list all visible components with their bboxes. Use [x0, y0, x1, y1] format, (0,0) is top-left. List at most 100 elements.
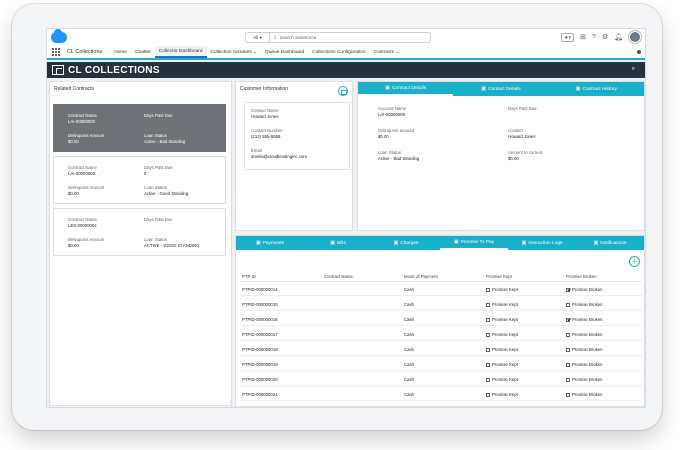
tab-promise-to-pay[interactable]: ▣ Promise To Pay: [440, 236, 508, 250]
ptp-id[interactable]: PTPID-000000018: [242, 347, 278, 352]
search-scope-select[interactable]: All ▾: [246, 33, 270, 42]
contact-name: Howard Jones: [251, 114, 279, 119]
document-icon: ▣: [385, 85, 390, 91]
ptp-id[interactable]: PTPID-000000016: [242, 317, 278, 322]
contract-card[interactable]: Contract Name LAI-00000003 Days Past Due…: [53, 156, 226, 204]
promise-kept-checkbox[interactable]: Promise Kept: [486, 332, 518, 337]
add-promise-button[interactable]: +: [629, 256, 640, 267]
history-icon: ▣: [575, 86, 581, 92]
column-promise-kept[interactable]: Promise Kept: [486, 274, 512, 279]
column-promise-broken[interactable]: Promise Broken: [566, 274, 597, 279]
promise-kept-checkbox[interactable]: Promise Kept: [486, 377, 518, 382]
column-mode-of-payment[interactable]: Mode of Payment: [404, 274, 438, 279]
app-launcher-icon[interactable]: [52, 48, 60, 56]
tab-interaction-logs[interactable]: ▣ Interaction Logs: [508, 236, 576, 250]
promise-broken-checkbox[interactable]: Promise Broken: [566, 287, 603, 292]
app-name: CL Collections: [67, 49, 103, 55]
gear-icon[interactable]: ⚙: [602, 33, 608, 41]
field-amount-to-current: Amount to current $0.00: [508, 150, 543, 161]
table-row[interactable]: PTPID-000000021 Cash Promise Kept Promise B…: [240, 387, 642, 401]
app-screen: All ▾ ⌕ Search Salesforce ★▾ ⊞ ? ⚙ 🔔︎ CL…: [46, 28, 646, 408]
ptp-id[interactable]: PTPID-000000017: [242, 332, 278, 337]
table-row[interactable]: PTPID-000000016 Cash Promise Kept Promise B…: [240, 312, 642, 326]
column-ptp-id[interactable]: PTP ID: [242, 274, 256, 279]
ptp-id[interactable]: PTPID-000000019: [242, 362, 278, 367]
global-search[interactable]: All ▾ ⌕ Search Salesforce: [245, 32, 431, 43]
customer-card: Contact Name Howard Jones Contact Number…: [244, 102, 350, 170]
add-icon[interactable]: ⊞: [580, 33, 586, 41]
help-icon[interactable]: ?: [592, 34, 596, 41]
customer-information-title: Customer Information: [240, 86, 289, 92]
nav-collection-activities[interactable]: Collection Activities ⌄: [207, 46, 261, 58]
field-contact: Contact Howard Jones: [508, 128, 536, 139]
ptp-id[interactable]: PTPID-000000014: [242, 287, 278, 292]
ptp-id[interactable]: PTPID-000000021: [242, 392, 278, 397]
promise-broken-checkbox[interactable]: Promise Broken: [566, 362, 603, 367]
bill-icon: ▣: [330, 240, 335, 246]
column-contract-name[interactable]: Contract Name: [324, 274, 353, 279]
search-icon[interactable]: ⌕: [632, 66, 635, 73]
nav-collector-dashboard[interactable]: Collector Dashboard: [154, 46, 207, 58]
tab-contact-details[interactable]: ▣ Contact Details: [453, 82, 548, 96]
promise-broken-checkbox[interactable]: Promise Broken: [566, 347, 603, 352]
promise-kept-checkbox[interactable]: Promise Kept: [486, 287, 518, 292]
ptp-id[interactable]: PTPID-000000015: [242, 302, 278, 307]
promise-broken-checkbox[interactable]: Promise Broken: [566, 332, 603, 337]
tablet-frame: All ▾ ⌕ Search Salesforce ★▾ ⊞ ? ⚙ 🔔︎ CL…: [12, 4, 662, 430]
payment-icon: ▣: [255, 240, 261, 246]
tab-bills[interactable]: ▣ Bills: [304, 236, 372, 250]
edit-nav-icon[interactable]: [637, 50, 641, 54]
promise-kept-checkbox[interactable]: Promise Kept: [486, 317, 518, 322]
favorites-icon[interactable]: ★▾: [561, 32, 575, 42]
chevron-down-icon: ⌄: [395, 49, 400, 55]
calendar-icon[interactable]: [338, 86, 348, 96]
search-input[interactable]: Search Salesforce: [280, 35, 317, 40]
related-contracts-panel: Related Contracts Contract Name LAI-0000…: [49, 81, 232, 406]
ptp-id[interactable]: PTPID-000000020: [242, 377, 278, 382]
nav-chatter[interactable]: Chatter: [131, 46, 155, 58]
contact-number: (212) 555-5559: [251, 134, 281, 139]
table-row[interactable]: PTPID-000000020 Cash Promise Kept Promise B…: [240, 372, 642, 386]
contact-email[interactable]: amelia@cloudlendinginc.com: [251, 154, 307, 159]
cl-collections-header: CL COLLECTIONS ⌕: [47, 62, 645, 78]
table-header: PTP ID Contract Name Mode of Payment Pro…: [240, 272, 642, 282]
table-row[interactable]: PTPID-000000019 Cash Promise Kept Promise B…: [240, 357, 642, 371]
tab-charges[interactable]: ▣ Charges: [372, 236, 440, 250]
field-account-name: Account Name LAI-00000000: [378, 106, 407, 117]
activity-tabs: ▣ Payments ▣ Bills ▣ Charges ▣ Promise To Pa…: [236, 236, 644, 250]
salesforce-logo[interactable]: [51, 29, 67, 43]
promise-broken-checkbox[interactable]: Promise Broken: [566, 377, 603, 382]
promise-kept-checkbox[interactable]: Promise Kept: [486, 347, 518, 352]
promise-broken-checkbox[interactable]: Promise Broken: [566, 317, 603, 322]
promise-icon: ▣: [453, 239, 459, 245]
promise-kept-checkbox[interactable]: Promise Kept: [486, 392, 518, 397]
contact-icon: ▣: [481, 86, 487, 92]
table-row[interactable]: PTPID-000000017 Cash Promise Kept Promise B…: [240, 327, 642, 341]
mode-of-payment: Cash: [404, 347, 415, 352]
tab-payments[interactable]: ▣ Payments: [236, 236, 304, 250]
promise-broken-checkbox[interactable]: Promise Broken: [566, 302, 603, 307]
tab-contract-history[interactable]: ▣ Contract History: [549, 82, 644, 96]
avatar[interactable]: [629, 31, 641, 43]
page-title: CL COLLECTIONS: [68, 64, 160, 76]
contract-card[interactable]: Contract Name LES-00000004 Days Past Due…: [53, 208, 226, 256]
bell-icon[interactable]: 🔔︎: [614, 33, 623, 41]
promise-kept-checkbox[interactable]: Promise Kept: [486, 302, 518, 307]
nav-queue-dashboard[interactable]: Queue Dashboard: [261, 46, 308, 58]
tab-notifications[interactable]: ▣ Notifications: [576, 236, 644, 250]
table-row[interactable]: PTPID-000000015 Cash Promise Kept Promise B…: [240, 297, 642, 311]
related-contracts-title: Related Contracts: [54, 86, 95, 92]
nav-contracts[interactable]: Contracts ⌄: [370, 46, 404, 58]
activity-panel: ▣ Payments ▣ Bills ▣ Charges ▣ Promise To Pa…: [235, 235, 645, 407]
field-loan-status: Loan Status Active - Bad Standing: [378, 150, 420, 161]
search-icon: ⌕: [274, 35, 277, 40]
contract-card[interactable]: Contract Name LAI-00000000 Days Past Due…: [53, 104, 226, 152]
nav-collections-configuration[interactable]: Collections Configuration: [308, 46, 369, 58]
table-row[interactable]: PTPID-000000018 Cash Promise Kept Promise B…: [240, 342, 642, 356]
nav-home[interactable]: Home: [110, 46, 131, 58]
tab-contract-details[interactable]: ▣ Contract Details: [358, 82, 454, 96]
promise-kept-checkbox[interactable]: Promise Kept: [486, 362, 518, 367]
promise-broken-checkbox[interactable]: Promise Broken: [566, 392, 603, 397]
contract-tabs: ▣ Contract Details ▣ Contact Details ▣ Cont…: [358, 82, 644, 96]
table-row[interactable]: PTPID-000000014 Cash Promise Kept Promise B…: [240, 282, 642, 296]
